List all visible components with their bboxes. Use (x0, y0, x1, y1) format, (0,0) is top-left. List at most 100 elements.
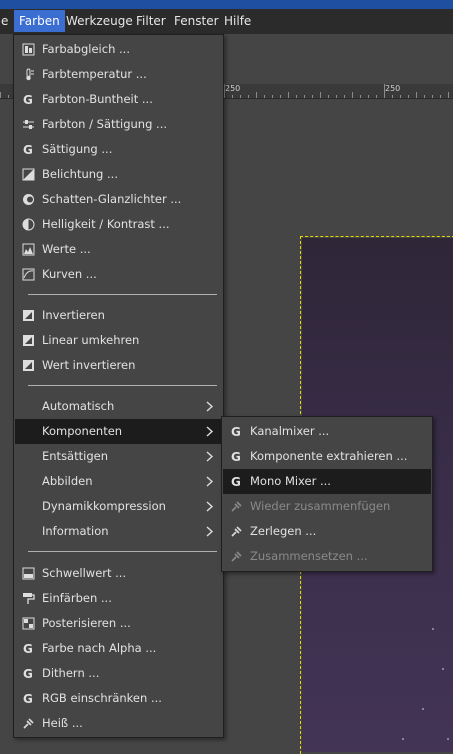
ruler-tick (240, 95, 241, 98)
ruler-tick (232, 95, 233, 98)
menu-item-werte[interactable]: Werte ... (15, 237, 222, 262)
svg-text:G: G (23, 692, 33, 705)
menubar-item-farben[interactable]: Farben (14, 10, 65, 32)
posterize-icon (22, 617, 35, 630)
plugin-icon (231, 526, 242, 537)
menu-item-mono-mixer[interactable]: G Mono Mixer ... (223, 469, 431, 494)
menu-item-komponente-extrahieren[interactable]: G Komponente extrahieren ... (223, 444, 431, 469)
ruler-tick (424, 95, 425, 98)
ruler-tick (392, 95, 393, 98)
thermometer-icon (26, 68, 34, 81)
menu-separator (28, 551, 217, 552)
submenu-automatisch[interactable]: Automatisch (15, 394, 222, 419)
ruler-tick (280, 95, 281, 98)
ruler-tick (0, 92, 1, 98)
menu-item-kurven[interactable]: Kurven ... (15, 262, 222, 287)
menubar-item-werkzeuge[interactable]: Werkzeuge (61, 10, 138, 32)
menubar-item-fenster[interactable]: Fenster (169, 10, 224, 32)
ruler-tick (304, 95, 305, 98)
invert-icon (23, 310, 34, 321)
svg-text:G: G (23, 642, 33, 655)
ruler-tick (288, 92, 289, 98)
ruler-tick (408, 95, 409, 98)
menu-item-kanalmixer[interactable]: G Kanalmixer ... (223, 419, 431, 444)
menu-item-farbtemperatur[interactable]: Farbtemperatur ... (15, 62, 222, 87)
ruler-tick (296, 95, 297, 98)
submenu-komponenten[interactable]: Komponenten (15, 419, 222, 444)
exposure-icon (22, 168, 35, 181)
ruler-tick (320, 92, 321, 98)
chevron-right-icon (206, 426, 214, 437)
menu-item-helligkeit-kontrast[interactable]: Helligkeit / Kontrast ... (15, 212, 222, 237)
menu-item-farbabgleich[interactable]: Farbabgleich ... (15, 37, 222, 62)
komponenten-submenu: G Kanalmixer ... G Komponente extrahiere… (221, 416, 433, 572)
ruler-tick (384, 92, 385, 98)
chevron-right-icon (206, 451, 214, 462)
plugin-icon (231, 501, 242, 512)
gegl-icon: G (23, 667, 33, 680)
ruler-tick (328, 95, 329, 98)
invert-icon (23, 335, 34, 346)
curves-icon (22, 268, 35, 281)
menu-separator (28, 385, 217, 386)
plugin-icon (231, 551, 242, 562)
menu-item-schatten-glanzlichter[interactable]: Schatten-Glanzlichter ... (15, 187, 222, 212)
svg-text:G: G (23, 143, 33, 156)
ruler-tick (368, 95, 369, 98)
ruler-tick (448, 92, 449, 98)
chevron-right-icon (206, 401, 214, 412)
contrast-icon (22, 218, 35, 231)
menu-item-saettigung[interactable]: G Sättigung ... (15, 137, 222, 162)
menubar-item-cut[interactable]: e (0, 10, 13, 32)
svg-text:G: G (231, 450, 241, 463)
menubar: e Farben Werkzeuge Filter Fenster Hilfe (0, 0, 453, 34)
chevron-right-icon (206, 476, 214, 487)
threshold-icon (22, 567, 35, 580)
ruler-tick (400, 95, 401, 98)
ruler-tick (440, 95, 441, 98)
balance-icon (22, 43, 35, 56)
chevron-right-icon (206, 501, 214, 512)
ruler-tick (312, 95, 313, 98)
levels-icon (22, 243, 35, 256)
menu-item-dithern[interactable]: G Dithern ... (15, 661, 222, 686)
ruler-tick (352, 92, 353, 98)
menu-item-wert-invertieren[interactable]: Wert invertieren (15, 353, 222, 378)
submenu-information[interactable]: Information (15, 519, 222, 544)
menu-item-zusammensetzen: Zusammensetzen ... (223, 544, 431, 569)
menu-item-rgb-einschraenken[interactable]: G RGB einschränken ... (15, 686, 222, 711)
menubar-item-hilfe[interactable]: Hilfe (219, 10, 256, 32)
gegl-icon: G (23, 143, 33, 156)
menu-item-farbton-saettigung[interactable]: Farbton / Sättigung ... (15, 112, 222, 137)
menu-item-heiss[interactable]: Heiß ... (15, 711, 222, 736)
gegl-icon: G (23, 642, 33, 655)
menu-item-invertieren[interactable]: Invertieren (15, 303, 222, 328)
ruler-tick (376, 95, 377, 98)
menu-item-belichtung[interactable]: Belichtung ... (15, 162, 222, 187)
submenu-entsaettigen[interactable]: Entsättigen (15, 444, 222, 469)
menu-item-posterisieren[interactable]: Posterisieren ... (15, 611, 222, 636)
shadows-highlights-icon (23, 194, 34, 205)
menu-item-farbton-buntheit[interactable]: G Farbton-Buntheit ... (15, 87, 222, 112)
svg-text:G: G (23, 667, 33, 680)
submenu-dynamikkompression[interactable]: Dynamikkompression (15, 494, 222, 519)
title-bar-strip (0, 0, 453, 9)
menu-item-linear-umkehren[interactable]: Linear umkehren (15, 328, 222, 353)
ruler-tick (224, 92, 225, 98)
menu-item-zerlegen[interactable]: Zerlegen ... (223, 519, 431, 544)
ruler-tick (264, 95, 265, 98)
menu-item-schwellwert[interactable]: Schwellwert ... (15, 561, 222, 586)
ruler-tick (336, 95, 337, 98)
invert-icon (23, 360, 34, 371)
paint-roller-icon (23, 593, 35, 604)
menu-item-einfaerben[interactable]: Einfärben ... (15, 586, 222, 611)
menu-item-wieder-zusammenfuegen: Wieder zusammenfügen (223, 494, 431, 519)
svg-text:G: G (23, 93, 33, 106)
menubar-item-filter[interactable]: Filter (131, 10, 171, 32)
menu-separator (28, 294, 217, 295)
menu-item-farbe-nach-alpha[interactable]: G Farbe nach Alpha ... (15, 636, 222, 661)
gegl-icon: G (231, 475, 241, 488)
submenu-abbilden[interactable]: Abbilden (15, 469, 222, 494)
ruler-tick (8, 95, 9, 98)
ruler-tick (360, 95, 361, 98)
